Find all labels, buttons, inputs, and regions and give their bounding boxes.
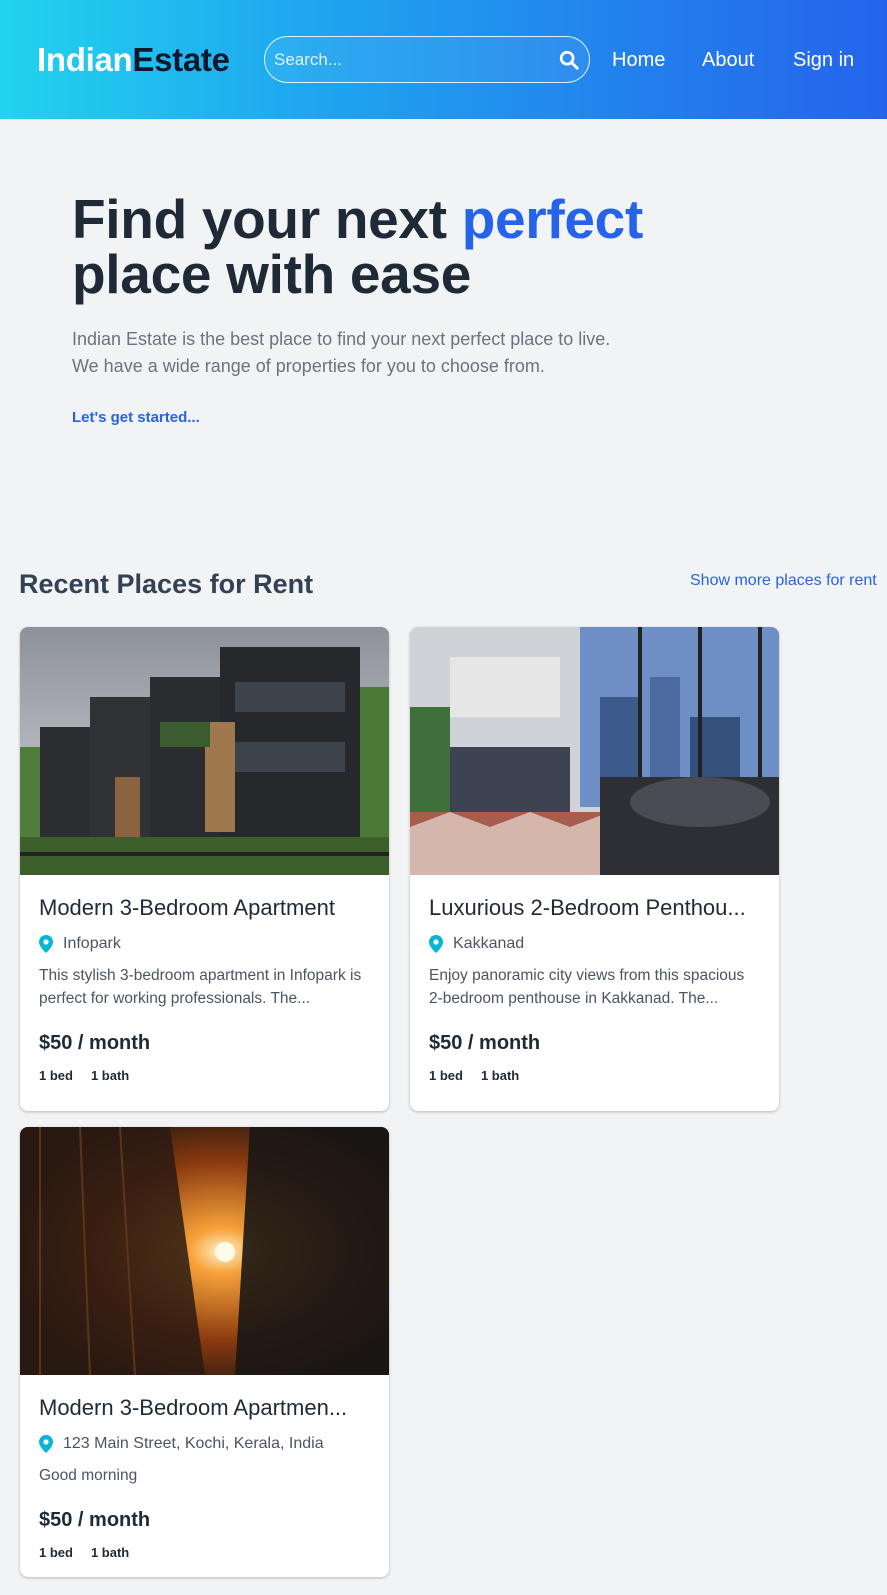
- card-price: $50 / month: [429, 1032, 541, 1054]
- site-logo[interactable]: IndianEstate: [37, 40, 230, 80]
- card-description: This stylish 3-bedroom apartment in Info…: [39, 967, 362, 1007]
- card-beds: 1 bed: [39, 1068, 73, 1083]
- card-title: Modern 3-Bedroom Apartmen...: [39, 1395, 348, 1420]
- hero-title-part1: Find your next: [72, 188, 462, 250]
- card-baths: 1 bath: [480, 1068, 520, 1083]
- hero-title-accent: perfect: [461, 188, 644, 250]
- card-body: Modern 3-Bedroom Apartment Infopark This…: [20, 875, 389, 1083]
- nav-about-link[interactable]: About: [702, 47, 754, 73]
- card-title: Luxurious 2-Bedroom Penthou...: [429, 895, 746, 920]
- listing-image: [410, 627, 779, 875]
- card-price: $50 / month: [39, 1032, 151, 1054]
- card-baths: 1 bath: [90, 1068, 130, 1083]
- card-baths: 1 bath: [90, 1545, 130, 1560]
- card-location-text: 123 Main Street, Kochi, Kerala, India: [63, 1435, 324, 1452]
- card-beds: 1 bed: [429, 1068, 463, 1083]
- card-location: 123 Main Street, Kochi, Kerala, India: [39, 1433, 371, 1455]
- card-description: Enjoy panoramic city views from this spa…: [429, 967, 745, 1007]
- card-price: $50 / month: [39, 1509, 151, 1531]
- card-meta: 1 bed 1 bath: [429, 1068, 761, 1083]
- hero-subtitle-line2: We have a wide range of properties for y…: [72, 356, 545, 376]
- hero-subtitle: Indian Estate is the best place to find …: [72, 326, 632, 380]
- card-location-text: Kakkanad: [453, 935, 525, 952]
- card-meta: 1 bed 1 bath: [39, 1545, 371, 1560]
- map-pin-icon: [39, 1435, 53, 1453]
- listing-card[interactable]: Modern 3-Bedroom Apartmen... 123 Main St…: [20, 1127, 389, 1577]
- map-pin-icon: [429, 935, 443, 953]
- card-location-text: Infopark: [63, 935, 121, 952]
- card-description: Good morning: [39, 1467, 138, 1484]
- logo-part-indian: Indian: [37, 41, 133, 78]
- card-title: Modern 3-Bedroom Apartment: [39, 895, 335, 920]
- show-more-link[interactable]: Show more places for rent: [690, 572, 877, 590]
- nav-signin-link[interactable]: Sign in: [793, 47, 854, 73]
- listing-image: [20, 627, 389, 875]
- search-box: [264, 36, 590, 83]
- search-icon[interactable]: [558, 49, 580, 71]
- nav-home-link[interactable]: Home: [612, 47, 665, 73]
- hero-subtitle-line1: Indian Estate is the best place to find …: [72, 329, 611, 349]
- listing-card[interactable]: Luxurious 2-Bedroom Penthou... Kakkanad …: [410, 627, 779, 1111]
- top-navbar: IndianEstate Home About Sign in: [0, 0, 887, 119]
- card-body: Luxurious 2-Bedroom Penthou... Kakkanad …: [410, 875, 779, 1083]
- listing-card[interactable]: Modern 3-Bedroom Apartment Infopark This…: [20, 627, 389, 1111]
- hero-title-part2: place with ease: [72, 243, 472, 305]
- section-title: Recent Places for Rent: [19, 569, 314, 599]
- card-beds: 1 bed: [39, 1545, 73, 1560]
- get-started-link[interactable]: Let's get started...: [72, 409, 200, 426]
- card-location: Kakkanad: [429, 933, 761, 955]
- card-location: Infopark: [39, 933, 371, 955]
- card-meta: 1 bed 1 bath: [39, 1068, 371, 1083]
- search-input[interactable]: [274, 43, 544, 76]
- map-pin-icon: [39, 935, 53, 953]
- card-body: Modern 3-Bedroom Apartmen... 123 Main St…: [20, 1375, 389, 1560]
- listing-image: [20, 1127, 389, 1375]
- logo-part-estate: Estate: [132, 41, 230, 78]
- hero-title: Find your next perfect place with ease: [72, 192, 772, 302]
